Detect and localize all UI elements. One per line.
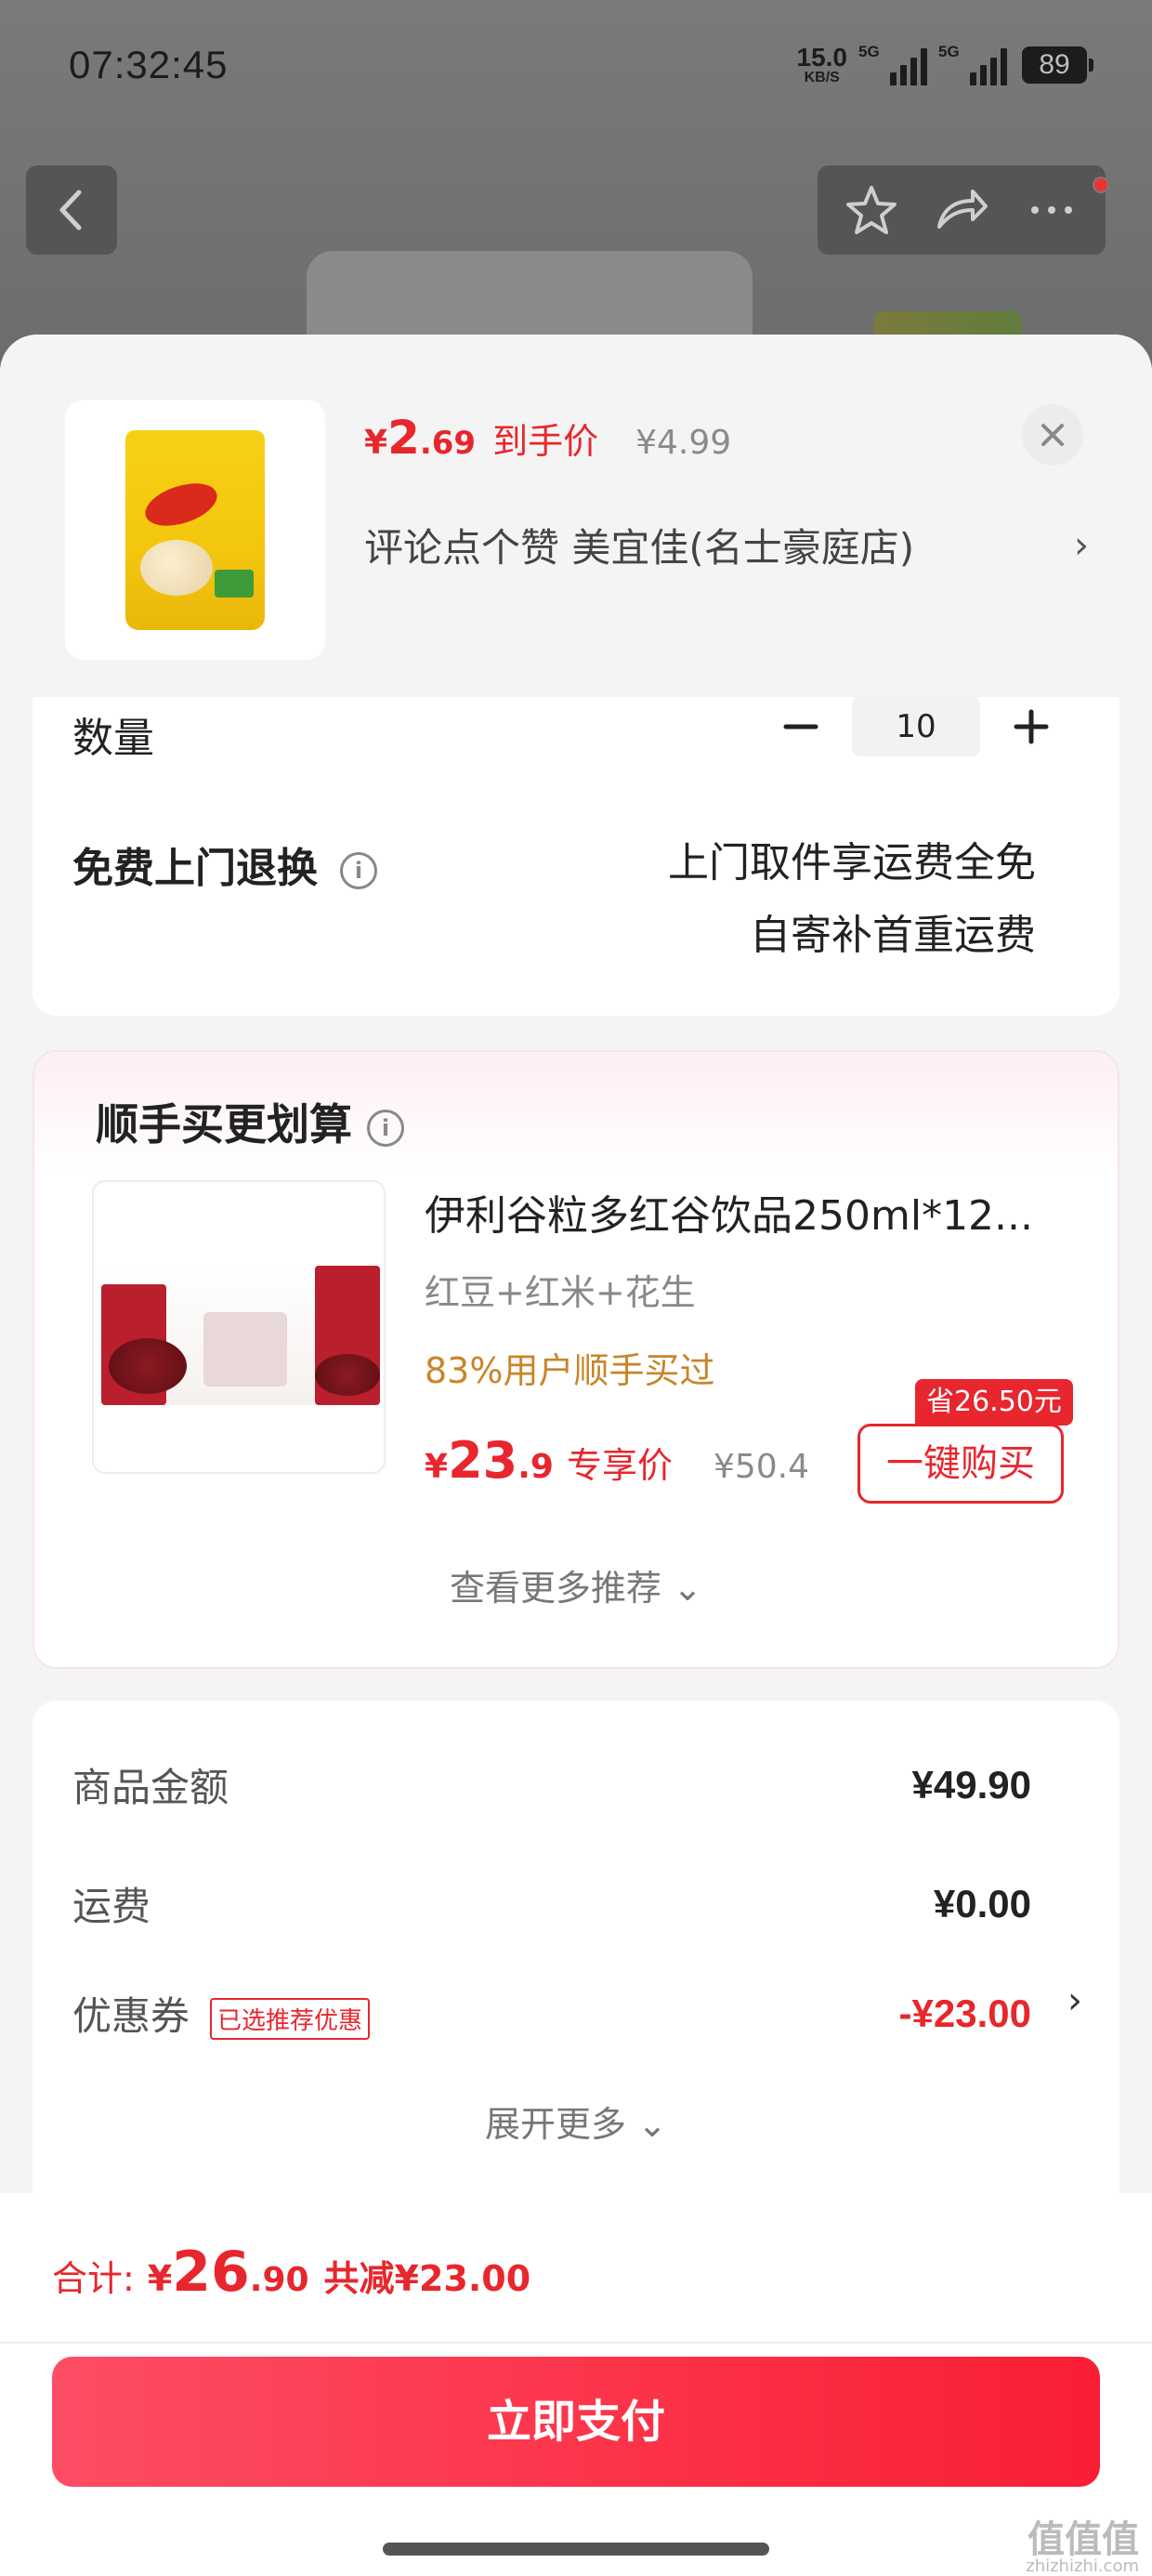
goods-amount-label: 商品金额 <box>72 1765 229 1810</box>
original-price: ¥4.99 <box>635 424 732 462</box>
total-dec: .90 <box>249 2261 309 2299</box>
milk-drink-pack-image <box>101 1266 380 1405</box>
back-button[interactable] <box>26 165 117 255</box>
coupon-value: -¥23.00 <box>898 1991 1031 2035</box>
close-icon <box>1041 424 1064 446</box>
network-speed-unit: KB/S <box>804 70 840 85</box>
quantity-value[interactable]: 10 <box>852 697 980 756</box>
shipping-row: 运费 ¥0.00 <box>72 1875 1031 1932</box>
final-price: ¥2.69 <box>364 411 477 465</box>
close-button[interactable] <box>1022 404 1083 466</box>
total-row: 合计: ¥26.90 共减¥23.00 <box>52 2240 530 2305</box>
info-icon[interactable]: i <box>340 852 377 889</box>
total-label: 合计: <box>52 2258 135 2299</box>
share-icon[interactable] <box>932 180 991 240</box>
store-text: 评论点个赞 美宜佳(名士豪庭店) <box>364 525 915 571</box>
minus-icon <box>783 724 818 729</box>
goods-amount-row: 商品金额 ¥49.90 <box>72 1756 1031 1813</box>
signal-icon: 5G <box>938 43 1007 85</box>
chip-bag-image <box>125 429 265 630</box>
recommend-price-row: ¥23.9 专享价 ¥50.4 <box>425 1431 809 1490</box>
network-speed-value: 15.0 <box>796 43 848 72</box>
recommend-original-price: ¥50.4 <box>713 1448 810 1486</box>
status-time: 07:32:45 <box>69 43 229 86</box>
recommend-product-image[interactable] <box>92 1180 386 1474</box>
save-badge: 省26.50元 <box>915 1379 1073 1426</box>
product-thumbnail <box>65 400 325 660</box>
free-return-line2: 自寄补首重运费 <box>750 912 1036 959</box>
summary-card: 商品金额 ¥49.90 运费 ¥0.00 优惠券 已选推荐优惠 -¥23.00 ›… <box>33 1701 1119 2221</box>
purchase-sheet: ¥2.69 到手价 ¥4.99 评论点个赞 美宜佳(名士豪庭店) › 数量 10 <box>0 335 1152 2576</box>
final-price-label: 到手价 <box>492 421 599 462</box>
free-return-text: 免费上门退换 <box>72 845 318 892</box>
total-int: 26 <box>172 2240 250 2305</box>
quantity-card: 数量 10 免费上门退换 i 上门取件享运费全免 自寄补首重运费 <box>33 697 1119 1016</box>
watermark-sub: zhizhizhi.com <box>1026 2556 1139 2576</box>
recommend-product-sub: 红豆+红米+花生 <box>425 1272 696 1313</box>
chevron-right-icon: › <box>1074 523 1089 567</box>
one-click-buy-button[interactable]: 一键购买 <box>857 1424 1064 1504</box>
status-bar: 07:32:45 15.0 KB/S 5G 5G 89 <box>0 0 1152 130</box>
recommend-title-text: 顺手买更划算 <box>96 1099 352 1150</box>
divider <box>0 2342 1152 2344</box>
notification-dot <box>1093 177 1109 193</box>
coupon-tag: 已选推荐优惠 <box>210 1998 371 2040</box>
coupon-label-wrap: 优惠券 已选推荐优惠 <box>72 1985 371 2042</box>
recommend-price-label: 专享价 <box>566 1445 673 1486</box>
battery-icon: 89 <box>1022 46 1093 84</box>
star-icon[interactable] <box>842 180 901 240</box>
status-icons: 15.0 KB/S 5G 5G 89 <box>797 41 1093 89</box>
more-icon[interactable] <box>1022 180 1081 240</box>
coupon-label: 优惠券 <box>72 1993 190 2039</box>
chevron-left-icon <box>59 190 82 230</box>
shipping-value: ¥0.00 <box>933 1881 1031 1925</box>
recommend-product-stat: 83%用户顺手买过 <box>425 1350 715 1391</box>
free-return-line1: 上门取件享运费全免 <box>668 839 1036 887</box>
chevron-right-icon[interactable]: › <box>1067 1979 1082 2022</box>
product-header: ¥2.69 到手价 ¥4.99 评论点个赞 美宜佳(名士豪庭店) › <box>0 335 1152 697</box>
signal-label: 5G <box>858 43 880 60</box>
free-return-desc: 上门取件享运费全免 自寄补首重运费 <box>668 827 1036 972</box>
coupon-row[interactable]: 优惠券 已选推荐优惠 -¥23.00 <box>72 1985 1031 2042</box>
quantity-label: 数量 <box>72 715 154 762</box>
network-speed: 15.0 KB/S <box>797 45 848 85</box>
total-symbol: ¥ <box>147 2258 173 2299</box>
shipping-label: 运费 <box>72 1884 151 1929</box>
plus-icon <box>1014 709 1049 744</box>
recommend-price: ¥23.9 <box>425 1431 554 1490</box>
total-saved: 共减¥23.00 <box>323 2258 531 2299</box>
recommend-product-name[interactable]: 伊利谷粒多红谷饮品250ml*12... <box>425 1182 1093 1242</box>
recommend-title: 顺手买更划算 i <box>96 1091 404 1152</box>
home-indicator[interactable] <box>383 2543 769 2556</box>
signal-icon: 5G <box>858 43 927 85</box>
increase-button[interactable] <box>980 697 1082 756</box>
nav-actions <box>818 165 1109 255</box>
store-row[interactable]: 评论点个赞 美宜佳(名士豪庭店) › <box>364 517 1089 573</box>
quantity-stepper: 10 <box>750 697 1082 756</box>
price-row: ¥2.69 到手价 ¥4.99 <box>364 411 731 465</box>
free-return-label: 免费上门退换 i <box>72 835 377 894</box>
goods-amount-value: ¥49.90 <box>911 1762 1031 1807</box>
more-recommend-link[interactable]: 查看更多推荐 ⌄ <box>34 1559 1118 1610</box>
expand-more-link[interactable]: 展开更多 ⌄ <box>33 2096 1119 2147</box>
info-icon[interactable]: i <box>367 1109 404 1147</box>
checkout-footer: 合计: ¥26.90 共减¥23.00 立即支付 值值值 zhizhizhi.c… <box>0 2193 1152 2576</box>
decrease-button[interactable] <box>750 697 852 756</box>
pay-now-button[interactable]: 立即支付 <box>52 2357 1100 2487</box>
watermark: 值值值 <box>1028 2518 1139 2561</box>
signal-label: 5G <box>938 43 960 60</box>
recommend-card: 顺手买更划算 i 伊利谷粒多红谷饮品250ml*12... 红豆+红米+花生 83… <box>33 1050 1119 1669</box>
